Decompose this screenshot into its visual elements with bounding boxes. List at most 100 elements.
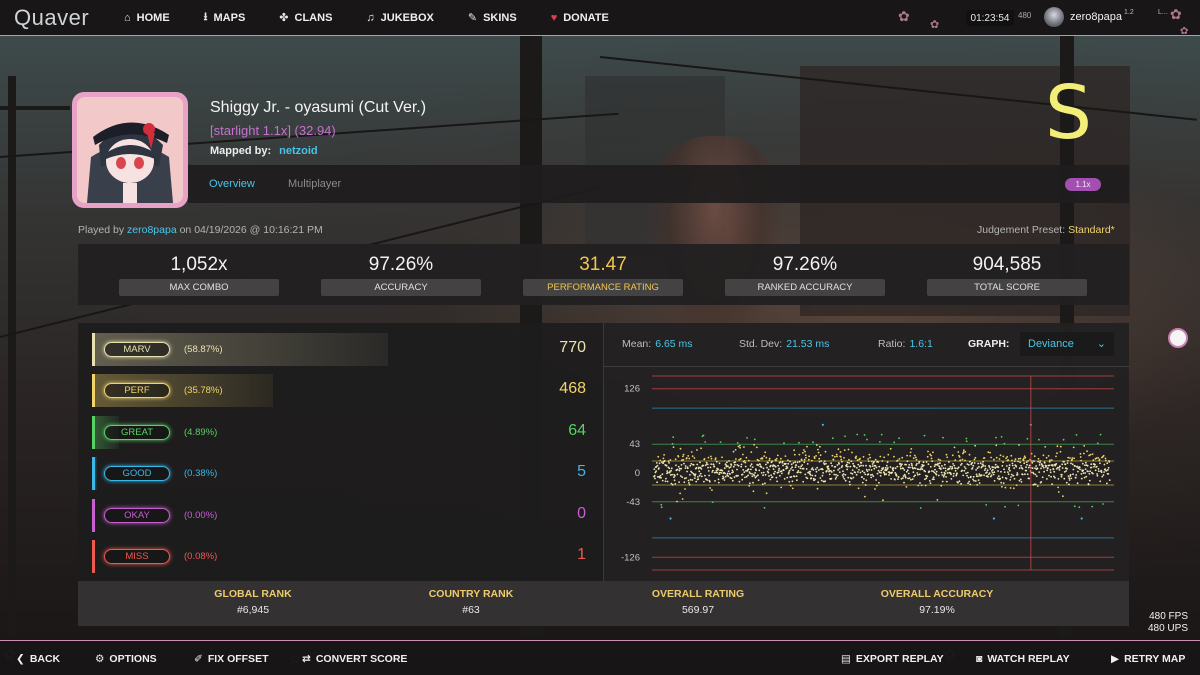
deviance-point xyxy=(954,459,957,461)
avatar[interactable] xyxy=(1044,7,1064,27)
deviance-point xyxy=(749,465,752,467)
deviance-point xyxy=(784,462,787,465)
deviance-point xyxy=(843,457,845,459)
nav-jukebox[interactable]: ♫ JUKEBOX xyxy=(366,12,433,24)
nav-clans[interactable]: ✤ CLANS xyxy=(279,11,332,25)
back-button[interactable]: ❮ BACK xyxy=(16,653,60,665)
deviance-point xyxy=(783,478,786,480)
deviance-point xyxy=(657,455,660,458)
deviance-point xyxy=(1024,456,1027,459)
deviance-point xyxy=(849,465,852,468)
deviance-point xyxy=(697,476,699,478)
deviance-point xyxy=(757,464,760,467)
deviance-point xyxy=(909,466,911,469)
deviance-point xyxy=(906,454,908,457)
watch-replay-button[interactable]: ◙ WATCH REPLAY xyxy=(976,653,1070,665)
username[interactable]: zero8papa xyxy=(1070,11,1122,23)
nav-donate[interactable]: ♥ DONATE xyxy=(551,12,609,24)
nav-maps[interactable]: ⭳ MAPS xyxy=(204,8,246,27)
deviance-point xyxy=(682,455,684,458)
export-replay-button[interactable]: ▤ EXPORT REPLAY xyxy=(841,653,944,665)
deviance-point xyxy=(995,436,997,439)
deviance-point xyxy=(1047,467,1049,470)
deviance-point xyxy=(961,469,964,472)
deviance-point xyxy=(948,461,950,463)
deviance-point xyxy=(1096,473,1098,475)
deviance-point xyxy=(922,464,925,467)
deviance-point xyxy=(975,473,978,476)
deviance-point xyxy=(1068,477,1071,480)
deviance-point xyxy=(1036,467,1039,470)
bottom-toolbar: ❮ BACK ⚙ OPTIONS ✐ FIX OFFSET ⇄ CONVERT SCOR… xyxy=(0,640,1200,675)
deviance-point xyxy=(1037,458,1040,460)
nav-home[interactable]: ⌂ HOME xyxy=(124,12,170,24)
fix-offset-button[interactable]: ✐ FIX OFFSET xyxy=(194,653,268,665)
deviance-point xyxy=(796,479,798,482)
deviance-point xyxy=(753,443,755,446)
deviance-point xyxy=(745,456,748,459)
deviance-point xyxy=(679,447,682,450)
deviance-point xyxy=(1051,483,1053,486)
deviance-point xyxy=(851,469,854,471)
deviance-point xyxy=(983,469,986,471)
options-button[interactable]: ⚙ OPTIONS xyxy=(95,653,157,665)
deviance-point xyxy=(902,477,904,479)
graph-mode-dropdown[interactable]: Deviance ⌄ xyxy=(1020,332,1114,356)
deviance-point xyxy=(723,479,726,481)
deviance-point xyxy=(953,464,956,467)
deviance-point xyxy=(831,464,833,467)
stat-total-score: 904,585 TOTAL SCORE xyxy=(927,244,1087,305)
deviance-point xyxy=(674,458,677,461)
deviance-point xyxy=(1013,477,1016,480)
deviance-point xyxy=(968,453,971,456)
deviance-point xyxy=(653,468,656,470)
stat-performance-rating: 31.47 PERFORMANCE RATING xyxy=(523,244,683,305)
deviance-point xyxy=(717,481,720,484)
deviance-point xyxy=(894,472,897,474)
deviance-point xyxy=(905,470,908,473)
judgement-preset-value[interactable]: Standard* xyxy=(1068,224,1115,236)
deviance-point xyxy=(1092,459,1095,462)
deviance-point xyxy=(811,474,814,477)
quaver-logo[interactable]: Quaver xyxy=(14,5,124,31)
deviance-point xyxy=(768,459,771,462)
deviance-point xyxy=(985,504,988,506)
pole-crossbar xyxy=(0,106,70,110)
deviance-point xyxy=(838,463,840,465)
rank-title: COUNTRY RANK xyxy=(428,588,514,600)
deviance-point xyxy=(874,464,877,467)
deviance-point xyxy=(681,476,684,478)
deviance-point xyxy=(827,467,830,470)
deviance-point xyxy=(1069,457,1071,459)
deviance-point xyxy=(777,469,780,471)
deviance-point xyxy=(837,448,840,451)
deviance-point xyxy=(823,460,826,462)
deviance-point xyxy=(877,469,880,472)
played-by-label: Played by xyxy=(78,224,125,236)
deviance-point xyxy=(854,471,857,474)
deviance-point xyxy=(787,459,789,462)
deviance-point xyxy=(1074,465,1076,467)
deviance-point xyxy=(949,465,952,468)
deviance-point xyxy=(1026,463,1028,466)
nav-skins[interactable]: ✎ SKINS xyxy=(468,11,517,25)
deviance-point xyxy=(888,474,890,476)
scroll-handle[interactable] xyxy=(1168,328,1188,348)
deviance-point xyxy=(702,464,705,467)
top-navbar: Quaver ⌂ HOME ⭳ MAPS ✤ CLANS ♫ JUKEBOX ✎ SKIN… xyxy=(0,0,1200,36)
tab-overview[interactable]: Overview xyxy=(209,178,255,190)
deviance-point xyxy=(873,460,875,463)
deviance-point xyxy=(1053,470,1056,473)
deviance-point xyxy=(668,462,670,464)
convert-score-button[interactable]: ⇄ CONVERT SCORE xyxy=(302,653,407,665)
player-link[interactable]: zero8papa xyxy=(127,224,177,236)
judgement-row-miss: MISS (0.08%) 1 xyxy=(92,540,590,573)
tab-multiplayer[interactable]: Multiplayer xyxy=(288,178,341,190)
deviance-point xyxy=(951,467,954,470)
mapper-link[interactable]: netzoid xyxy=(279,145,318,157)
retry-map-button[interactable]: ▶ RETRY MAP xyxy=(1111,653,1185,665)
deviance-point xyxy=(677,455,680,458)
std-dev-value: 21.53 ms xyxy=(786,338,830,350)
deviance-point xyxy=(960,482,962,485)
deviance-point xyxy=(899,462,901,465)
